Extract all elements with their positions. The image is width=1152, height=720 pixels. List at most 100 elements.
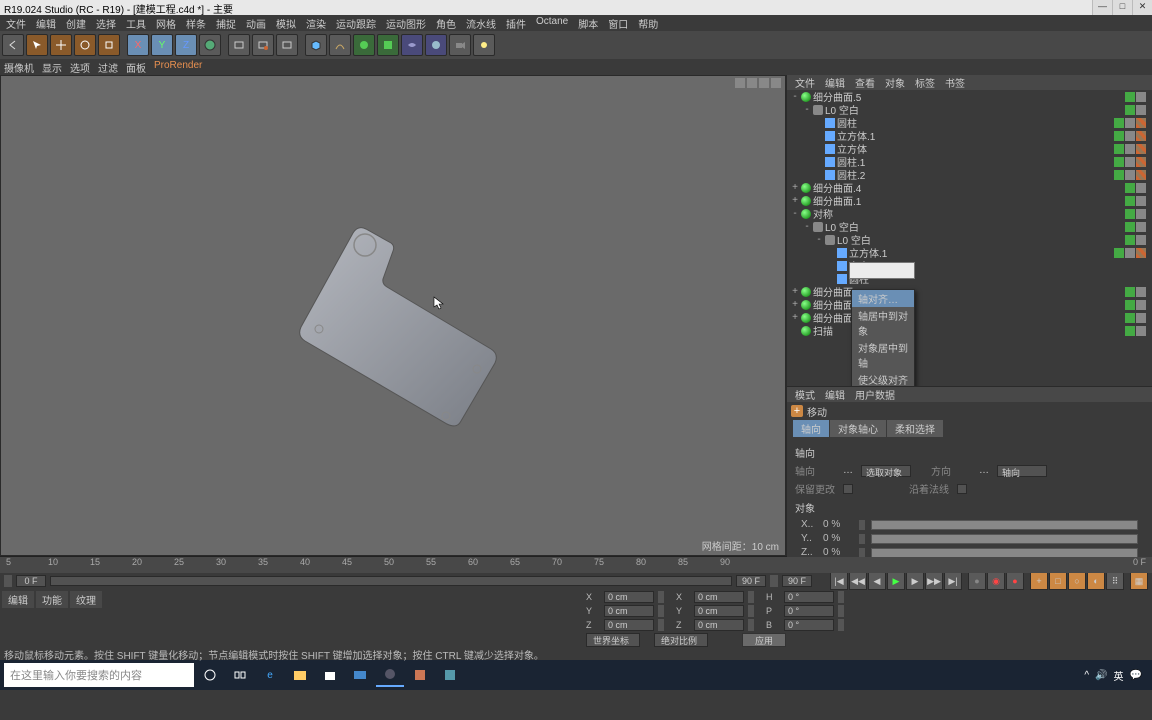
viewport-nav-icon[interactable] — [735, 78, 745, 88]
frame-next-button[interactable] — [770, 575, 778, 587]
search-input[interactable] — [849, 262, 915, 279]
tree-tag[interactable] — [1114, 157, 1124, 167]
menu-item[interactable]: 创建 — [62, 16, 90, 30]
xyz-input[interactable]: 0 cm — [604, 605, 654, 617]
timeline-ruler[interactable]: 510152025303540455055606570758085900 F — [0, 557, 1152, 573]
spinner[interactable] — [838, 591, 844, 603]
spinner[interactable] — [658, 619, 664, 631]
viewport-menu-item[interactable]: 选项 — [70, 60, 90, 74]
c4d-icon[interactable] — [376, 663, 404, 687]
play-button[interactable]: ▶ — [887, 572, 905, 590]
keep-change-checkbox[interactable] — [843, 484, 853, 494]
next-frame-button[interactable]: ▶ — [906, 572, 924, 590]
coord-scale-select[interactable]: 绝对比例 — [654, 633, 708, 647]
render-region-button[interactable] — [252, 34, 274, 56]
tree-tag[interactable] — [1136, 170, 1146, 180]
context-menu-item[interactable]: 使父级对齐 — [852, 371, 914, 386]
tree-tag[interactable] — [1114, 118, 1124, 128]
panel-tab[interactable]: 查看 — [851, 75, 879, 90]
light-button[interactable] — [473, 34, 495, 56]
context-menu-item[interactable]: 对象居中到轴 — [852, 339, 914, 371]
tree-tag[interactable] — [1136, 222, 1146, 232]
move-button[interactable] — [50, 34, 72, 56]
coord-slider[interactable] — [871, 534, 1138, 544]
tree-tag[interactable] — [1136, 248, 1146, 258]
tree-tag[interactable] — [1125, 170, 1135, 180]
xyz-input[interactable]: 0 cm — [694, 619, 744, 631]
viewport-nav-icon[interactable] — [759, 78, 769, 88]
attr-subtab[interactable]: 柔和选择 — [887, 420, 943, 437]
tree-tag[interactable] — [1125, 196, 1135, 206]
menu-item[interactable]: 窗口 — [604, 16, 632, 30]
tray-notif-icon[interactable]: 💬 — [1130, 670, 1142, 681]
material-tab[interactable]: 编辑 — [2, 591, 34, 608]
pos-key-button[interactable]: + — [1030, 572, 1048, 590]
goto-end-button[interactable]: ▶| — [944, 572, 962, 590]
taskbar-search[interactable]: 在这里输入你要搜索的内容 — [4, 663, 194, 687]
menu-item[interactable]: 模拟 — [272, 16, 300, 30]
camera-button[interactable] — [449, 34, 471, 56]
apply-button[interactable]: 应用 — [742, 633, 786, 647]
attr-subtab[interactable]: 轴向 — [793, 420, 829, 437]
keyframe-button[interactable]: ● — [1006, 572, 1024, 590]
scale-key-button[interactable]: □ — [1049, 572, 1067, 590]
viewport-menu-item[interactable]: 显示 — [42, 60, 62, 74]
menu-item[interactable]: 样条 — [182, 16, 210, 30]
frame-prev-button[interactable] — [4, 575, 12, 587]
tree-tag[interactable] — [1136, 209, 1146, 219]
menu-item[interactable]: 脚本 — [574, 16, 602, 30]
tree-tag[interactable] — [1125, 209, 1135, 219]
tree-tag[interactable] — [1125, 92, 1135, 102]
system-tray[interactable]: ^ 🔊 英 💬 — [1084, 668, 1148, 683]
tray-chevron-icon[interactable]: ^ — [1084, 670, 1089, 681]
xyz-input[interactable]: 0 ° — [784, 619, 834, 631]
rotate-button[interactable] — [74, 34, 96, 56]
xyz-input[interactable]: 0 cm — [694, 591, 744, 603]
tree-tag[interactable] — [1136, 235, 1146, 245]
menu-item[interactable]: 网格 — [152, 16, 180, 30]
menu-item[interactable]: 工具 — [122, 16, 150, 30]
z-axis-button[interactable]: Z — [175, 34, 197, 56]
tray-ime[interactable]: 英 — [1114, 668, 1124, 683]
direction-select[interactable]: 轴向 — [997, 465, 1047, 477]
panel-tab[interactable]: 编辑 — [821, 75, 849, 90]
x-axis-button[interactable]: X — [127, 34, 149, 56]
tree-row[interactable]: 扫描 — [787, 324, 1152, 337]
spinner[interactable] — [658, 591, 664, 603]
menu-item[interactable]: 选择 — [92, 16, 120, 30]
y-axis-button[interactable]: Y — [151, 34, 173, 56]
spinner[interactable] — [859, 520, 865, 530]
close-button[interactable]: ✕ — [1132, 0, 1152, 15]
layout-button[interactable]: ▦ — [1130, 572, 1148, 590]
viewport-nav-icon[interactable] — [747, 78, 757, 88]
autokey-button[interactable]: ◉ — [987, 572, 1005, 590]
tree-tag[interactable] — [1136, 196, 1146, 206]
spline-button[interactable] — [329, 34, 351, 56]
app-icon[interactable] — [436, 663, 464, 687]
menu-item[interactable]: 动画 — [242, 16, 270, 30]
xyz-input[interactable]: 0 cm — [604, 591, 654, 603]
taskview-icon[interactable] — [226, 663, 254, 687]
viewport-nav-icon[interactable] — [771, 78, 781, 88]
tree-tag[interactable] — [1114, 170, 1124, 180]
xyz-input[interactable]: 0 ° — [784, 591, 834, 603]
tree-tag[interactable] — [1136, 157, 1146, 167]
param-key-button[interactable]: ◐ — [1087, 572, 1105, 590]
along-normal-checkbox[interactable] — [957, 484, 967, 494]
minimize-button[interactable]: — — [1092, 0, 1112, 15]
xyz-input[interactable]: 0 cm — [604, 619, 654, 631]
tree-tag[interactable] — [1125, 300, 1135, 310]
render-view-button[interactable] — [228, 34, 250, 56]
viewport-menu-item[interactable]: ProRender — [154, 60, 202, 74]
tree-tag[interactable] — [1136, 144, 1146, 154]
spinner[interactable] — [838, 619, 844, 631]
menu-item[interactable]: Octane — [532, 16, 572, 30]
tree-tag[interactable] — [1114, 131, 1124, 141]
tree-tag[interactable] — [1136, 118, 1146, 128]
object-tree[interactable]: -细分曲面.5-L0 空白圆柱立方体.1立方体圆柱.1圆柱.2+细分曲面.4+细… — [787, 90, 1152, 386]
tree-tag[interactable] — [1125, 248, 1135, 258]
menu-item[interactable]: 运动图形 — [382, 16, 430, 30]
undo-button[interactable] — [2, 34, 24, 56]
environment-button[interactable] — [425, 34, 447, 56]
panel-tab[interactable]: 文件 — [791, 75, 819, 90]
